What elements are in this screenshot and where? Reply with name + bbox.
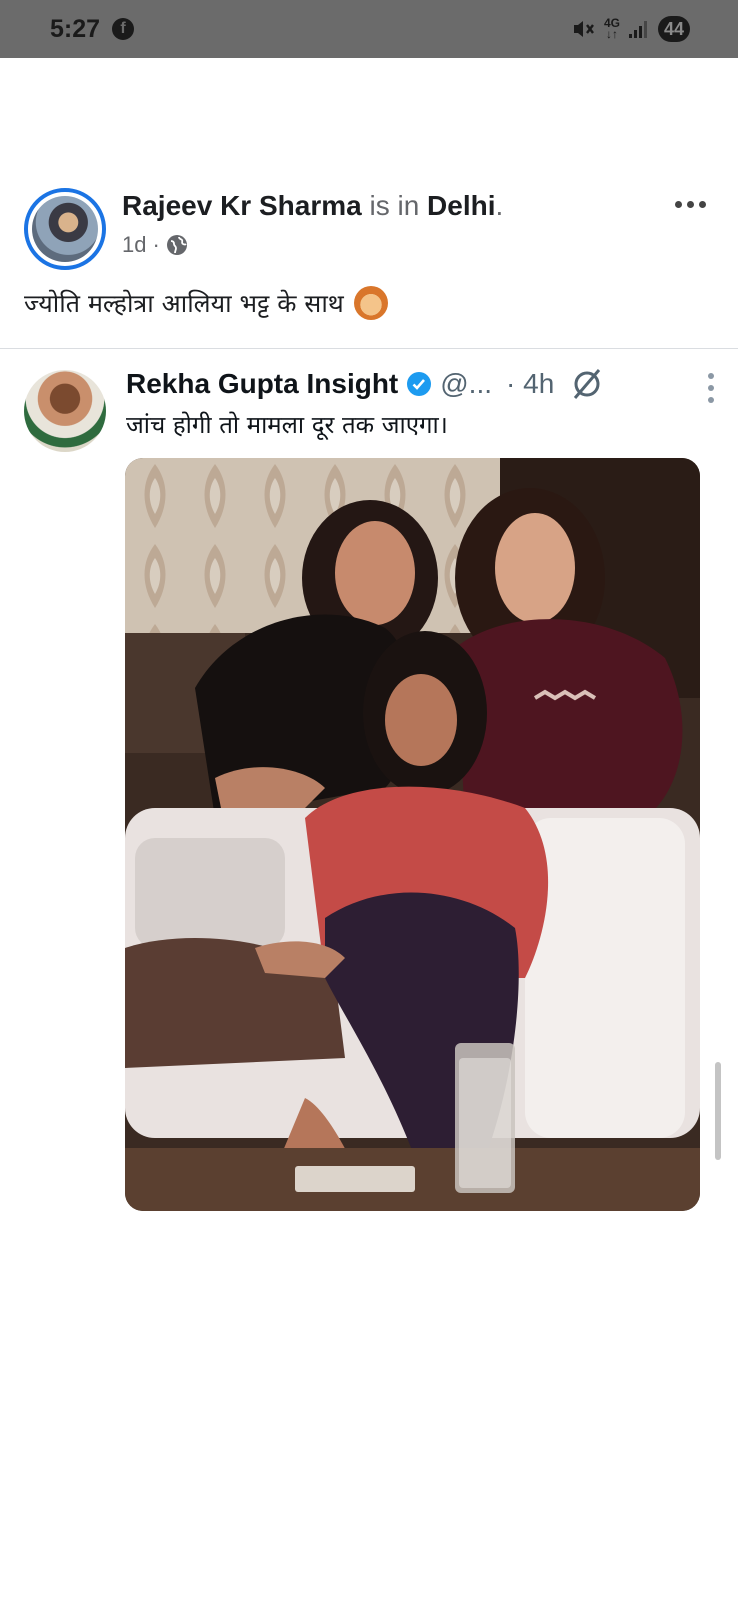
tweet-photo[interactable] bbox=[125, 458, 700, 1211]
author-name[interactable]: Rajeev Kr Sharma bbox=[122, 190, 362, 221]
photo-illustration bbox=[125, 458, 700, 1211]
avatar-image bbox=[32, 196, 98, 262]
tweet-time: · 4h bbox=[506, 368, 555, 399]
globe-icon bbox=[166, 235, 187, 255]
dot bbox=[698, 200, 706, 208]
divider bbox=[0, 348, 738, 349]
signal-icon bbox=[628, 19, 650, 39]
raising-hand-emoji bbox=[353, 286, 388, 320]
dot bbox=[674, 200, 682, 208]
post-header: Rajeev Kr Sharma is in Delhi. 1d · bbox=[24, 188, 714, 272]
author-avatar[interactable] bbox=[24, 188, 106, 270]
status-time: 5:27 bbox=[50, 14, 101, 43]
mute-icon bbox=[572, 18, 596, 40]
dot bbox=[708, 397, 714, 403]
tweet-more-icon bbox=[706, 373, 716, 403]
facebook-icon: f bbox=[112, 18, 135, 40]
post-title: Rajeev Kr Sharma is in Delhi. bbox=[122, 190, 503, 222]
dot bbox=[686, 200, 694, 208]
tweet-author-name: Rekha Gupta Insight bbox=[126, 368, 399, 399]
post-text: ज्योति मल्होत्रा आलिया भट्ट के साथ bbox=[24, 286, 714, 320]
tweet-header: Rekha Gupta Insight @... · 4h bbox=[126, 364, 716, 404]
tweet-handle: @... bbox=[440, 368, 493, 399]
post-caption: ज्योति मल्होत्रा आलिया भट्ट के साथ bbox=[24, 289, 344, 318]
post-options-button[interactable] bbox=[666, 190, 714, 218]
status-bar: 5:27 f 4G ↓↑ 44 bbox=[0, 0, 738, 58]
network-label: 4G bbox=[603, 16, 620, 30]
location-name[interactable]: Delhi bbox=[427, 190, 495, 221]
dot bbox=[708, 373, 714, 379]
location-prefix: is in bbox=[369, 190, 420, 221]
status-right: 4G ↓↑ 44 bbox=[572, 16, 690, 42]
tweet-text: जांच होगी तो मामला दूर तक जाएगा। bbox=[126, 411, 448, 439]
status-left: 5:27 f bbox=[50, 14, 135, 44]
network-type-icon: 4G ↓↑ bbox=[603, 16, 620, 41]
meta-separator: · bbox=[152, 232, 160, 257]
location-suffix: . bbox=[495, 190, 504, 221]
grok-icon bbox=[574, 369, 601, 399]
scrollbar[interactable] bbox=[715, 1062, 721, 1160]
dot bbox=[708, 385, 714, 391]
verified-badge-icon bbox=[407, 372, 432, 396]
post-time[interactable]: 1d bbox=[122, 232, 146, 258]
tweet-avatar bbox=[24, 370, 106, 452]
post-meta: 1d · bbox=[122, 232, 188, 258]
battery-indicator: 44 bbox=[657, 16, 690, 42]
